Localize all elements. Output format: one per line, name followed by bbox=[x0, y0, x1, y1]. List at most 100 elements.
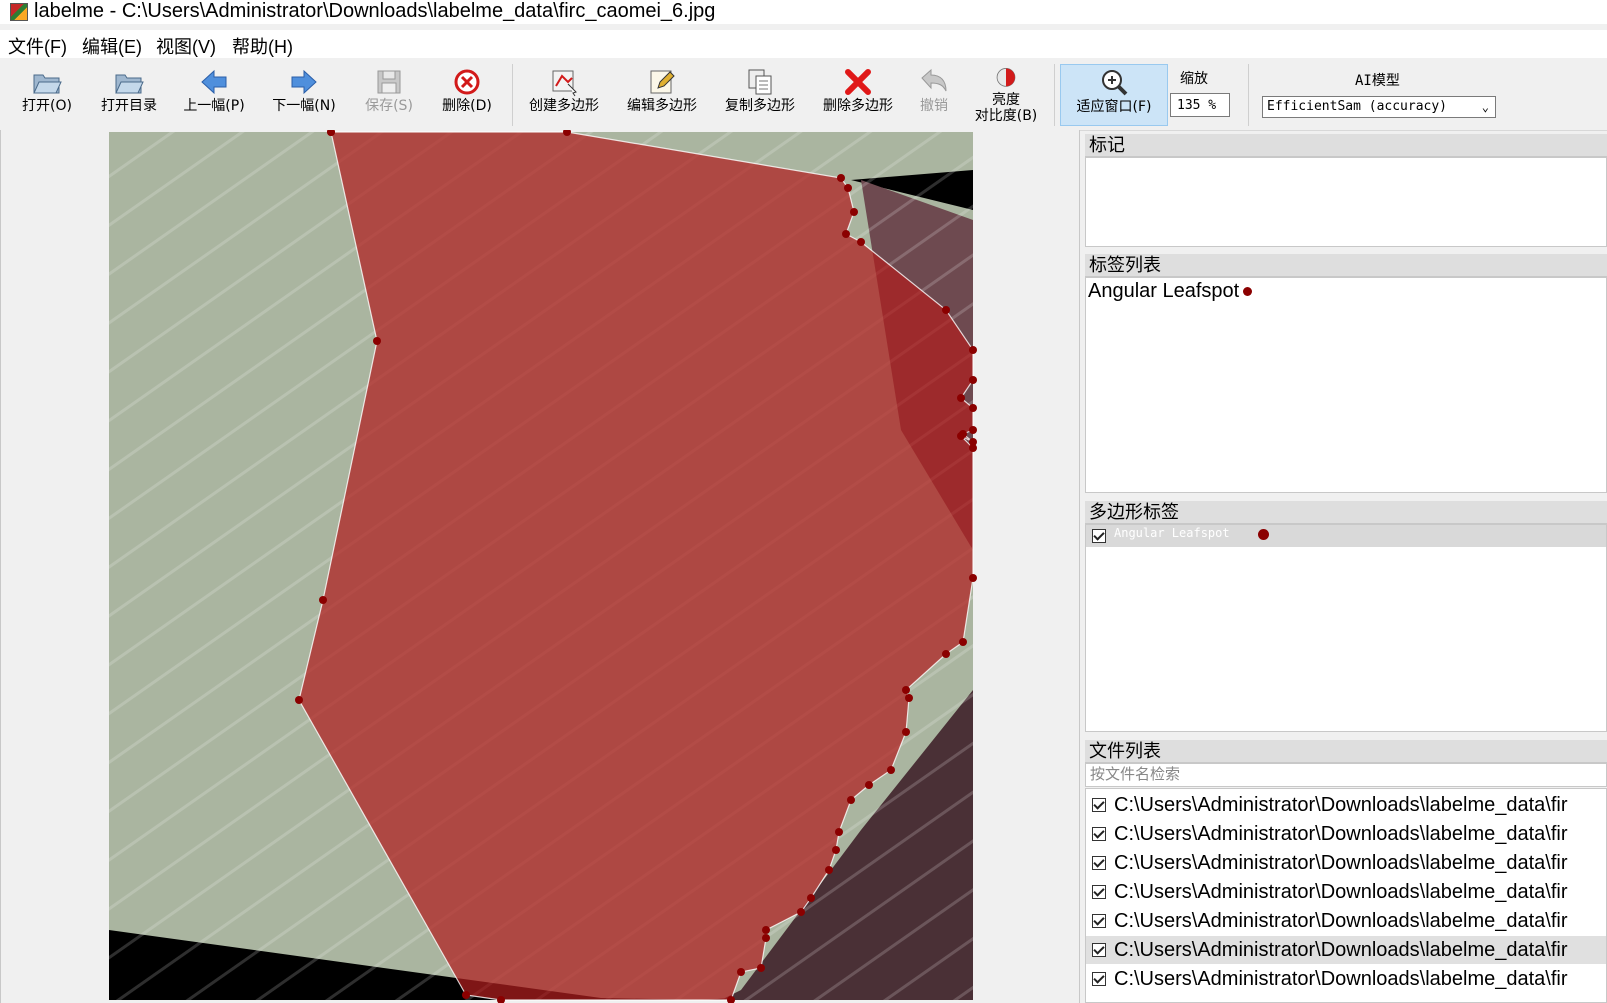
flags-dock-title: 标记 bbox=[1085, 134, 1607, 157]
toolbar-separator bbox=[1054, 64, 1055, 126]
file-path: C:\Users\Administrator\Downloads\labelme… bbox=[1114, 907, 1568, 935]
image-canvas[interactable] bbox=[0, 130, 1080, 1003]
title-bar: labelme - C:\Users\Administrator\Downloa… bbox=[0, 0, 1607, 24]
prev-image-button[interactable]: 上一幅(P) bbox=[176, 64, 252, 126]
menu-file[interactable]: 文件(F) bbox=[8, 33, 67, 59]
polygon-vertex[interactable] bbox=[847, 796, 855, 804]
polygon-vertex[interactable] bbox=[462, 991, 470, 999]
open-dir-button[interactable]: 打开目录 bbox=[92, 64, 166, 126]
save-label: 保存(S) bbox=[356, 98, 422, 114]
polygon-label-item[interactable]: Angular Leafspot bbox=[1086, 525, 1607, 547]
polygon-vertex[interactable] bbox=[762, 934, 770, 942]
polygon-vertex[interactable] bbox=[905, 694, 913, 702]
file-list[interactable]: C:\Users\Administrator\Downloads\labelme… bbox=[1085, 788, 1607, 1003]
polygon-vertex[interactable] bbox=[842, 230, 850, 238]
polygon-vertex[interactable] bbox=[902, 728, 910, 736]
create-polygon-button[interactable]: 创建多边形 bbox=[524, 64, 604, 126]
menu-help[interactable]: 帮助(H) bbox=[232, 33, 293, 59]
file-checkbox[interactable] bbox=[1092, 856, 1106, 870]
prev-image-label: 上一幅(P) bbox=[176, 98, 252, 114]
ai-model-select[interactable]: EfficientSam (accuracy) ⌄ bbox=[1262, 96, 1496, 118]
ai-model-label: AI模型 bbox=[1355, 70, 1400, 90]
polygon-vertex[interactable] bbox=[969, 574, 977, 582]
save-button[interactable]: 保存(S) bbox=[356, 64, 422, 126]
polygon-vertex[interactable] bbox=[850, 208, 858, 216]
next-image-button[interactable]: 下一幅(N) bbox=[266, 64, 342, 126]
polygon-vertex[interactable] bbox=[844, 184, 852, 192]
label-name: Angular Leafspot bbox=[1088, 280, 1239, 302]
polygon-vertex[interactable] bbox=[825, 866, 833, 874]
polygon-vertex[interactable] bbox=[942, 650, 950, 658]
file-checkbox[interactable] bbox=[1092, 827, 1106, 841]
undo-button[interactable]: 撤销 bbox=[912, 64, 956, 126]
polygon-vertex[interactable] bbox=[837, 174, 845, 182]
polygon-vertex[interactable] bbox=[835, 828, 843, 836]
file-path: C:\Users\Administrator\Downloads\labelme… bbox=[1114, 791, 1568, 819]
undo-arrow-icon bbox=[918, 66, 950, 98]
label-list-dock-title: 标签列表 bbox=[1085, 254, 1607, 277]
polygon-labels-list[interactable]: Angular Leafspot bbox=[1085, 524, 1607, 732]
polygon-vertex[interactable] bbox=[857, 238, 865, 246]
file-list-item[interactable]: C:\Users\Administrator\Downloads\labelme… bbox=[1086, 791, 1607, 819]
undo-label: 撤销 bbox=[912, 98, 956, 114]
polygon-vertex[interactable] bbox=[969, 346, 977, 354]
polygon-vertex[interactable] bbox=[969, 404, 977, 412]
polygon-vertex[interactable] bbox=[757, 964, 765, 972]
file-checkbox[interactable] bbox=[1092, 972, 1106, 986]
copy-polygon-button[interactable]: 复制多边形 bbox=[720, 64, 800, 126]
polygon-vertex[interactable] bbox=[832, 846, 840, 854]
brightness-icon bbox=[992, 66, 1020, 92]
zoom-spinbox[interactable]: 135 % bbox=[1170, 93, 1230, 117]
brightness-contrast-button[interactable]: 亮度 对比度(B) bbox=[968, 64, 1044, 126]
file-checkbox[interactable] bbox=[1092, 914, 1106, 928]
label-list-item[interactable]: Angular Leafspot bbox=[1088, 280, 1252, 303]
polygon-vertex[interactable] bbox=[797, 908, 805, 916]
annotation-canvas[interactable] bbox=[1, 130, 1079, 1003]
file-list-item[interactable]: C:\Users\Administrator\Downloads\labelme… bbox=[1086, 878, 1607, 906]
polygon-vertex[interactable] bbox=[942, 306, 950, 314]
file-checkbox[interactable] bbox=[1092, 798, 1106, 812]
toolbar: 打开(O) 打开目录 上一幅(P) 下一幅(N) 保存(S) 删除(D) 创建多… bbox=[0, 60, 1607, 131]
polygon-vertex[interactable] bbox=[969, 376, 977, 384]
polygon-vertex[interactable] bbox=[902, 686, 910, 694]
label-list[interactable]: Angular Leafspot bbox=[1085, 277, 1607, 493]
next-image-label: 下一幅(N) bbox=[266, 98, 342, 114]
polygon-vertex[interactable] bbox=[319, 596, 327, 604]
file-checkbox[interactable] bbox=[1092, 943, 1106, 957]
polygon-label-text: Angular Leafspot bbox=[1114, 526, 1230, 540]
fit-window-button[interactable]: 适应窗口(F) bbox=[1060, 64, 1168, 126]
zoom-label: 缩放 bbox=[1180, 68, 1208, 88]
open-button[interactable]: 打开(O) bbox=[14, 64, 80, 126]
polygon-vertex[interactable] bbox=[969, 426, 977, 434]
file-list-item[interactable]: C:\Users\Administrator\Downloads\labelme… bbox=[1086, 820, 1607, 848]
file-search-input[interactable]: 按文件名检索 bbox=[1085, 763, 1607, 787]
polygon-vertex[interactable] bbox=[959, 638, 967, 646]
delete-polygon-button[interactable]: 删除多边形 bbox=[818, 64, 898, 126]
file-list-item[interactable]: C:\Users\Administrator\Downloads\labelme… bbox=[1086, 907, 1607, 935]
edit-polygon-button[interactable]: 编辑多边形 bbox=[622, 64, 702, 126]
menu-edit[interactable]: 编辑(E) bbox=[82, 33, 142, 59]
polygon-visibility-checkbox[interactable] bbox=[1092, 529, 1106, 543]
file-list-item[interactable]: C:\Users\Administrator\Downloads\labelme… bbox=[1086, 965, 1607, 993]
polygon-vertex[interactable] bbox=[865, 781, 873, 789]
delete-file-button[interactable]: 删除(D) bbox=[434, 64, 500, 126]
polygon-vertex[interactable] bbox=[887, 766, 895, 774]
polygon-vertex[interactable] bbox=[807, 894, 815, 902]
file-checkbox[interactable] bbox=[1092, 885, 1106, 899]
file-path: C:\Users\Administrator\Downloads\labelme… bbox=[1114, 820, 1568, 848]
polygon-vertex[interactable] bbox=[295, 696, 303, 704]
open-dir-label: 打开目录 bbox=[92, 98, 166, 114]
polygon-vertex[interactable] bbox=[969, 444, 977, 452]
menu-view[interactable]: 视图(V) bbox=[156, 33, 216, 59]
file-list-item[interactable]: C:\Users\Administrator\Downloads\labelme… bbox=[1086, 849, 1607, 877]
arrow-right-icon bbox=[288, 66, 320, 98]
polygon-vertex[interactable] bbox=[762, 926, 770, 934]
brightness-label-line1: 亮度 bbox=[968, 92, 1044, 108]
polygon-vertex[interactable] bbox=[373, 337, 381, 345]
polygon-vertex[interactable] bbox=[737, 968, 745, 976]
file-path: C:\Users\Administrator\Downloads\labelme… bbox=[1114, 849, 1568, 877]
flags-list[interactable] bbox=[1085, 157, 1607, 247]
polygon-vertex[interactable] bbox=[957, 394, 965, 402]
polygon-vertex[interactable] bbox=[957, 432, 965, 440]
file-list-item-selected[interactable]: C:\Users\Administrator\Downloads\labelme… bbox=[1086, 936, 1607, 964]
